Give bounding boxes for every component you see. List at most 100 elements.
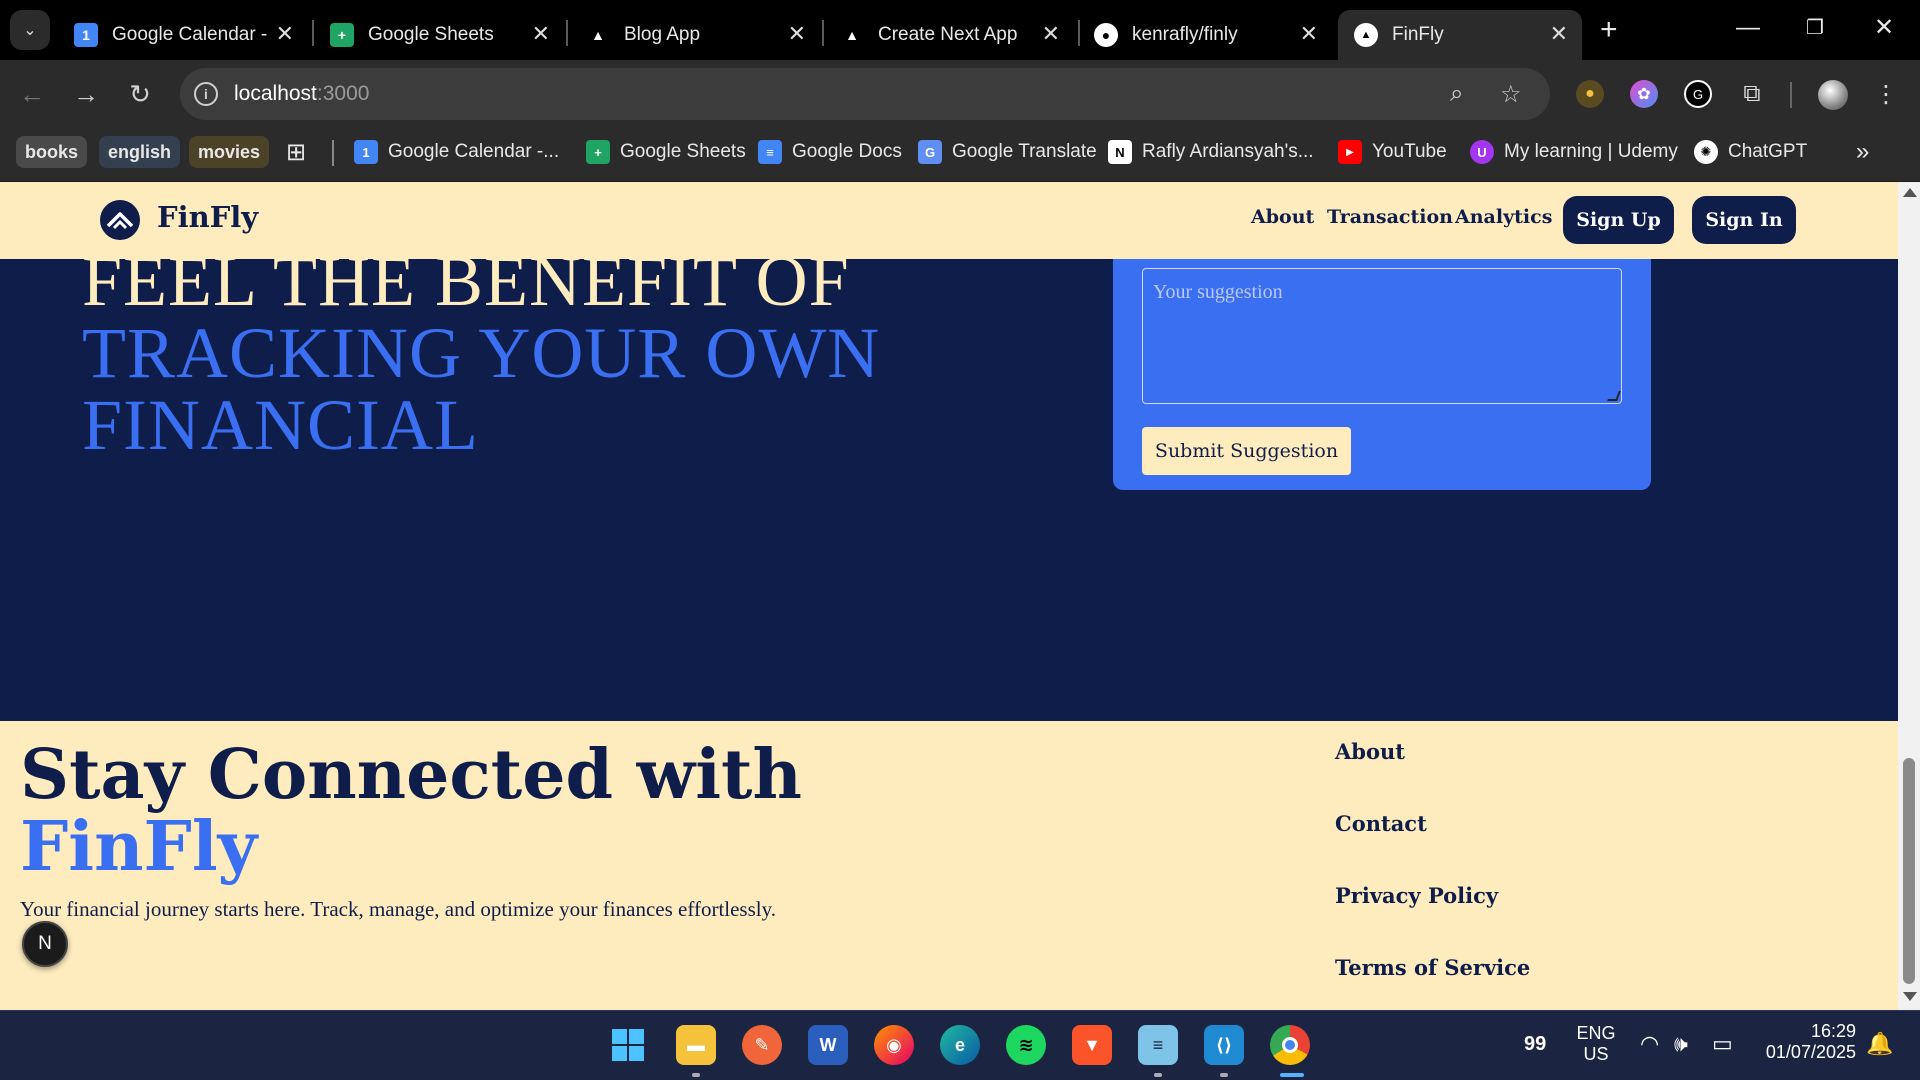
- bookmark-chatgpt[interactable]: ✺ ChatGPT: [1694, 136, 1807, 168]
- notepad-icon[interactable]: ≡: [1138, 1025, 1178, 1065]
- sign-in-button[interactable]: Sign In: [1692, 196, 1796, 244]
- volume-icon[interactable]: 🕪: [1674, 1031, 1688, 1057]
- nav-about-link[interactable]: About: [1251, 206, 1314, 228]
- footer-link-terms[interactable]: Terms of Service: [1335, 955, 1530, 980]
- page-viewport: FEEL THE BENEFIT OF TRACKING YOUR OWN FI…: [0, 182, 1898, 1010]
- bookmark-udemy[interactable]: U My learning | Udemy: [1470, 136, 1678, 168]
- calendar-icon: 1: [74, 23, 98, 47]
- bookmark-youtube[interactable]: ▶ YouTube: [1338, 136, 1447, 168]
- restore-button[interactable]: ❐: [1806, 12, 1824, 44]
- more-bookmarks-icon[interactable]: »: [1856, 136, 1869, 168]
- more-menu-icon[interactable]: ⋮: [1872, 80, 1900, 108]
- triangle-icon: ▲: [1354, 23, 1378, 47]
- word-icon[interactable]: W: [808, 1025, 848, 1065]
- apps-grid-icon[interactable]: ⊞: [286, 136, 306, 168]
- finfly-logo-icon[interactable]: [100, 200, 140, 240]
- battery-icon[interactable]: ▭: [1712, 1031, 1733, 1057]
- tab-search-button[interactable]: ⌄: [10, 10, 50, 50]
- close-icon[interactable]: ✕: [1300, 22, 1318, 46]
- bookmark-google-sheets[interactable]: + Google Sheets: [586, 136, 746, 168]
- tab-github[interactable]: ● kenrafly/finly ✕: [1078, 10, 1332, 60]
- extensions-puzzle-icon[interactable]: ⧉: [1738, 80, 1766, 108]
- suggestion-textarea[interactable]: Your suggestion: [1142, 268, 1622, 404]
- bookmark-folder-books[interactable]: books: [16, 136, 88, 168]
- close-icon[interactable]: ✕: [1042, 22, 1060, 46]
- vscode-icon[interactable]: ⟨⟩: [1204, 1025, 1244, 1065]
- scrollbar-thumb[interactable]: [1903, 758, 1915, 984]
- close-icon[interactable]: ✕: [276, 22, 294, 46]
- bookmark-notion[interactable]: N Rafly Ardiansyah's...: [1108, 136, 1314, 168]
- footer-link-about[interactable]: About: [1335, 739, 1405, 764]
- profile-avatar[interactable]: [1818, 80, 1848, 110]
- bookmarks-divider: [332, 140, 334, 166]
- github-icon: ●: [1094, 23, 1118, 47]
- udemy-icon: U: [1470, 140, 1494, 164]
- edge-icon[interactable]: e: [940, 1025, 980, 1065]
- brand-name[interactable]: FinFly: [157, 200, 258, 234]
- clock-date: 01/07/2025: [1765, 1042, 1856, 1062]
- scroll-up-arrow-icon[interactable]: [1903, 188, 1917, 197]
- postman-icon[interactable]: ✎: [742, 1025, 782, 1065]
- sign-up-button[interactable]: Sign Up: [1563, 196, 1674, 244]
- nav-analytics-link[interactable]: Analytics: [1455, 206, 1552, 228]
- bookmark-folder-movies[interactable]: movies: [189, 136, 270, 168]
- tab-strip: ⌄ 1 Google Calendar - ✕ + Google Sheets …: [0, 0, 1920, 60]
- resize-handle-icon[interactable]: [1607, 391, 1621, 401]
- nextjs-dev-badge[interactable]: N: [22, 921, 68, 967]
- tab-google-calendar[interactable]: 1 Google Calendar - ✕: [58, 10, 308, 60]
- close-icon[interactable]: ✕: [532, 22, 550, 46]
- site-footer: Stay Connected with FinFly Your financia…: [0, 721, 1898, 1010]
- bookmark-google-translate[interactable]: G Google Translate: [918, 136, 1097, 168]
- spotify-icon[interactable]: ≋: [1006, 1025, 1046, 1065]
- bookmark-label: Google Docs: [792, 141, 902, 162]
- forward-button[interactable]: →: [68, 76, 104, 112]
- url-host: localhost: [234, 82, 317, 105]
- close-window-button[interactable]: ✕: [1874, 12, 1894, 44]
- bookmark-google-calendar[interactable]: 1 Google Calendar -...: [354, 136, 559, 168]
- language-indicator[interactable]: ENG US: [1576, 1023, 1616, 1065]
- file-explorer-icon[interactable]: ▬: [676, 1025, 716, 1065]
- suggestion-card: Your suggestion Submit Suggestion: [1113, 239, 1651, 490]
- tab-create-next-app[interactable]: ▲ Create Next App ✕: [824, 10, 1074, 60]
- firefox-icon[interactable]: ◉: [874, 1025, 914, 1065]
- translate-icon: G: [918, 140, 942, 164]
- back-button[interactable]: ←: [14, 76, 50, 112]
- tab-finfly[interactable]: ▲ FinFly ✕: [1338, 10, 1582, 60]
- close-icon[interactable]: ✕: [1550, 22, 1568, 46]
- minimize-button[interactable]: —: [1736, 12, 1760, 44]
- running-indicator: [692, 1073, 700, 1077]
- windows-start-icon[interactable]: [608, 1025, 648, 1065]
- page-scrollbar[interactable]: [1898, 182, 1920, 1010]
- footer-link-contact[interactable]: Contact: [1335, 811, 1427, 836]
- extension-coin-icon[interactable]: ●: [1576, 80, 1604, 108]
- brave-icon[interactable]: ▼: [1072, 1025, 1112, 1065]
- tab-blog-app[interactable]: ▲ Blog App ✕: [570, 10, 820, 60]
- bookmark-google-docs[interactable]: ≡ Google Docs: [758, 136, 902, 168]
- clock[interactable]: 16:29 01/07/2025: [1756, 1021, 1856, 1063]
- triangle-icon: ▲: [845, 27, 859, 43]
- chrome-icon[interactable]: [1270, 1025, 1310, 1065]
- address-bar[interactable]: i localhost:3000 ⌕ ☆: [180, 68, 1550, 120]
- bookmark-star-icon[interactable]: ☆: [1500, 80, 1522, 109]
- bookmark-label: Google Sheets: [620, 141, 746, 162]
- notification-count-badge[interactable]: 99: [1524, 1033, 1546, 1056]
- tab-google-sheets[interactable]: + Google Sheets ✕: [314, 10, 564, 60]
- nav-transaction-link[interactable]: Transaction: [1327, 206, 1453, 228]
- reload-button[interactable]: ↻: [122, 76, 158, 112]
- close-icon[interactable]: ✕: [788, 22, 806, 46]
- docs-icon: ≡: [758, 140, 782, 164]
- new-tab-button[interactable]: +: [1600, 14, 1618, 46]
- notifications-bell-icon[interactable]: 🔔: [1866, 1031, 1893, 1057]
- hero-section: FEEL THE BENEFIT OF TRACKING YOUR OWN FI…: [0, 239, 1898, 721]
- extension-grammarly-icon[interactable]: G: [1684, 80, 1712, 108]
- bookmark-label: ChatGPT: [1728, 141, 1808, 162]
- chatgpt-icon: ✺: [1694, 140, 1718, 164]
- wifi-icon[interactable]: ◠: [1640, 1031, 1659, 1057]
- zoom-icon[interactable]: ⌕: [1450, 80, 1463, 108]
- bookmark-folder-english[interactable]: english: [99, 136, 181, 168]
- scroll-down-arrow-icon[interactable]: [1903, 992, 1917, 1001]
- site-info-icon[interactable]: i: [194, 82, 218, 106]
- extension-brain-icon[interactable]: ✿: [1630, 80, 1658, 108]
- submit-suggestion-button[interactable]: Submit Suggestion: [1142, 427, 1351, 475]
- footer-link-privacy[interactable]: Privacy Policy: [1335, 883, 1498, 908]
